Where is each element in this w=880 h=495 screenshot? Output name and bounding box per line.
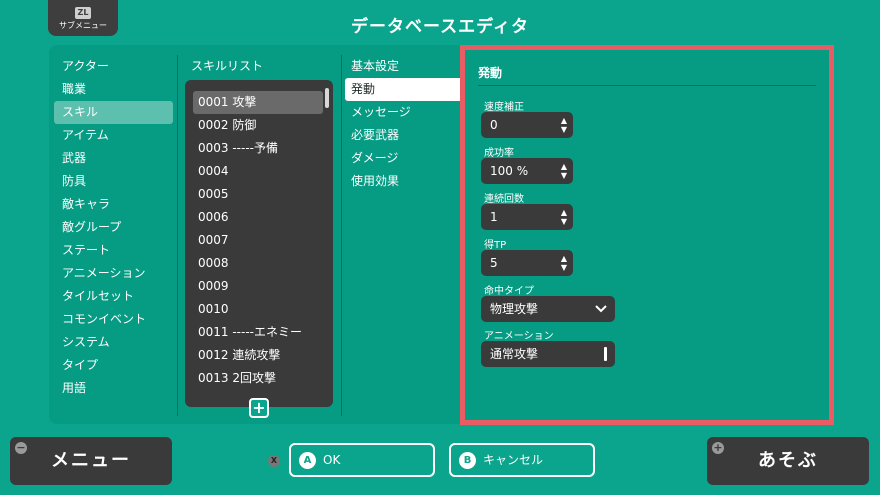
skill-list[interactable]: 0001 攻撃 0002 防御 0003 -----予備 0004 0005 0006 00…: [185, 80, 333, 407]
tab-item[interactable]: メッセージ: [345, 101, 462, 124]
skill-list-item[interactable]: 0012 連続攻撃: [193, 344, 323, 367]
success-label: 成功率: [484, 148, 514, 159]
category-item[interactable]: スキル: [54, 101, 173, 124]
skill-list-item[interactable]: 0007: [193, 229, 323, 252]
animation-label: アニメーション: [484, 331, 554, 342]
hit-type-select[interactable]: 物理攻撃: [481, 296, 615, 322]
skill-list-item[interactable]: 0003 -----予備: [193, 137, 323, 160]
skill-list-item[interactable]: 0005: [193, 183, 323, 206]
play-button[interactable]: + あそぶ: [707, 437, 869, 485]
activation-settings-panel: 発動 速度補正 0 ▲ ▼ 成功率 100 % ▲ ▼ 連続回数 1 ▲ ▼ 得TP …: [460, 45, 834, 425]
speed-stepper[interactable]: 0 ▲ ▼: [481, 112, 573, 138]
speed-value: 0: [490, 118, 498, 132]
ok-button[interactable]: A OK: [289, 443, 435, 477]
category-item[interactable]: 用語: [54, 377, 173, 400]
repeats-stepper[interactable]: 1 ▲ ▼: [481, 204, 573, 230]
scrollbar[interactable]: [325, 88, 329, 108]
minus-button-icon: −: [15, 441, 27, 454]
stepper-arrows-icon[interactable]: ▲ ▼: [561, 254, 567, 272]
category-list: アクター 職業 スキル アイテム 武器 防具 敵キャラ 敵グループ ステート アニメーション タイル…: [54, 55, 173, 400]
category-item[interactable]: タイルセット: [54, 285, 173, 308]
skill-list-item[interactable]: 0013 2回攻撃: [193, 367, 323, 390]
hit-type-label: 命中タイプ: [484, 286, 534, 297]
plus-button-icon: +: [712, 441, 724, 454]
tp-gain-stepper[interactable]: 5 ▲ ▼: [481, 250, 573, 276]
b-button-icon: B: [459, 452, 476, 469]
tab-list: 基本設定 発動 メッセージ 必要武器 ダメージ 使用効果: [345, 55, 462, 193]
category-item[interactable]: アニメーション: [54, 262, 173, 285]
animation-select[interactable]: 通常攻撃: [481, 341, 615, 367]
speed-label: 速度補正: [484, 102, 524, 113]
divider: [478, 85, 816, 86]
play-button-label: あそぶ: [758, 450, 818, 471]
skill-list-item[interactable]: 0004: [193, 160, 323, 183]
add-skill-button[interactable]: +: [249, 398, 269, 418]
tp-gain-value: 5: [490, 256, 498, 270]
picker-bar-icon: [604, 347, 607, 361]
category-item[interactable]: 防具: [54, 170, 173, 193]
category-item[interactable]: コモンイベント: [54, 308, 173, 331]
tp-gain-label: 得TP: [484, 240, 507, 251]
skill-list-rows: 0001 攻撃 0002 防御 0003 -----予備 0004 0005 0006 00…: [185, 91, 333, 390]
cancel-button[interactable]: B キャンセル: [449, 443, 595, 477]
section-title: 発動: [478, 66, 503, 80]
skill-list-item[interactable]: 0006: [193, 206, 323, 229]
menu-button[interactable]: − メニュー: [10, 437, 172, 485]
menu-button-label: メニュー: [51, 450, 131, 471]
success-stepper[interactable]: 100 % ▲ ▼: [481, 158, 573, 184]
skill-list-item[interactable]: 0009: [193, 275, 323, 298]
stepper-arrows-icon[interactable]: ▲ ▼: [561, 208, 567, 226]
stepper-arrows-icon[interactable]: ▲ ▼: [561, 116, 567, 134]
skill-list-item[interactable]: 0011 -----エネミー: [193, 321, 323, 344]
column-divider: [341, 55, 342, 416]
repeats-label: 連続回数: [484, 194, 524, 205]
stepper-arrows-icon[interactable]: ▲ ▼: [561, 162, 567, 180]
ok-button-label: OK: [323, 453, 341, 467]
category-item[interactable]: アイテム: [54, 124, 173, 147]
page-title: データベースエディタ: [351, 17, 529, 37]
skill-list-item[interactable]: 0001 攻撃: [193, 91, 323, 114]
hit-type-value: 物理攻撃: [490, 302, 539, 316]
category-item[interactable]: 職業: [54, 78, 173, 101]
category-item[interactable]: アクター: [54, 55, 173, 78]
skill-list-item[interactable]: 0002 防御: [193, 114, 323, 137]
tab-item[interactable]: 使用効果: [345, 170, 462, 193]
skill-list-item[interactable]: 0010: [193, 298, 323, 321]
category-item[interactable]: 敵キャラ: [54, 193, 173, 216]
skill-list-item[interactable]: 0008: [193, 252, 323, 275]
column-divider: [177, 55, 178, 416]
tab-item[interactable]: 発動: [345, 78, 462, 101]
category-item[interactable]: 武器: [54, 147, 173, 170]
category-item[interactable]: システム: [54, 331, 173, 354]
tab-item[interactable]: 必要武器: [345, 124, 462, 147]
a-button-icon: A: [299, 452, 316, 469]
chevron-down-icon: [595, 296, 607, 332]
skill-list-title: スキルリスト: [191, 59, 264, 73]
tab-item[interactable]: 基本設定: [345, 55, 462, 78]
tab-item[interactable]: ダメージ: [345, 147, 462, 170]
x-button-icon: X: [268, 455, 280, 467]
animation-value: 通常攻撃: [490, 347, 539, 361]
success-value: 100 %: [490, 164, 529, 178]
category-item[interactable]: ステート: [54, 239, 173, 262]
category-item[interactable]: タイプ: [54, 354, 173, 377]
cancel-button-label: キャンセル: [483, 453, 544, 467]
category-item[interactable]: 敵グループ: [54, 216, 173, 239]
repeats-value: 1: [490, 210, 498, 224]
